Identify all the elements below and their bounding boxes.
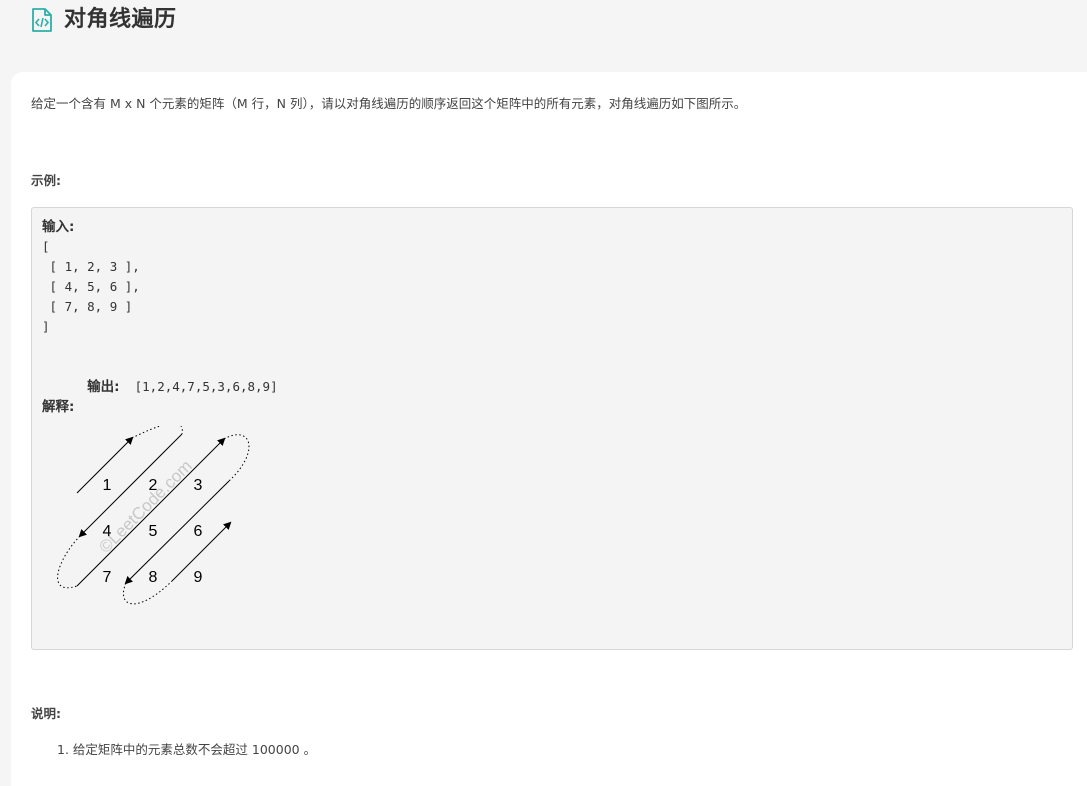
output-row: 输出: [1,2,4,7,5,3,6,8,9] — [42, 357, 278, 417]
dotted-turn — [131, 426, 183, 439]
input-label: 输入: — [42, 219, 75, 235]
page-title: 对角线遍历 — [64, 7, 177, 32]
matrix-cell: 2 — [149, 477, 158, 494]
matrix-cell: 3 — [194, 477, 203, 494]
page-header: 对角线遍历 — [0, 0, 1087, 72]
problem-description: 给定一个含有 M x N 个元素的矩阵（M 行，N 列），请以对角线遍历的顺序返… — [31, 96, 747, 111]
input-line: [ 1, 2, 3 ], — [42, 259, 140, 274]
input-line: [ 7, 8, 9 ] — [42, 299, 133, 314]
note-label: 说明: — [31, 706, 61, 721]
example-label: 示例: — [31, 173, 61, 188]
note-number: 1. — [57, 742, 69, 757]
output-label: 输出: — [87, 379, 120, 395]
matrix-cell: 5 — [149, 523, 158, 540]
diagonal-traversal-diagram: ©LeetCode.com 1 2 3 4 5 6 7 8 9 — [57, 426, 250, 605]
watermark-text: ©LeetCode.com — [95, 456, 195, 556]
matrix-cell: 4 — [103, 523, 112, 540]
input-line: ] — [42, 319, 50, 334]
matrix-cell: 6 — [194, 523, 203, 540]
note-text: 给定矩阵中的元素总数不会超过 100000 。 — [72, 742, 317, 757]
matrix-cell: 9 — [194, 569, 203, 586]
example-code-block: 输入: [ [ 1, 2, 3 ], [ 4, 5, 6 ], [ 7, 8, … — [31, 207, 1073, 650]
explain-label: 解释: — [42, 399, 75, 415]
dotted-turn — [223, 434, 250, 482]
input-line: [ — [42, 239, 50, 254]
matrix-cell: 8 — [149, 569, 158, 586]
code-file-icon — [32, 8, 52, 32]
up-arrow — [76, 437, 226, 587]
input-line: [ 4, 5, 6 ], — [42, 279, 140, 294]
output-value: [1,2,4,7,5,3,6,8,9] — [134, 379, 278, 394]
dotted-turn — [57, 535, 81, 589]
matrix-cell: 1 — [103, 477, 112, 494]
note-list-item: 1. 给定矩阵中的元素总数不会超过 100000 。 — [57, 740, 316, 760]
matrix-cell: 7 — [103, 569, 112, 586]
problem-content: 给定一个含有 M x N 个元素的矩阵（M 行，N 列），请以对角线遍历的顺序返… — [11, 72, 1087, 786]
